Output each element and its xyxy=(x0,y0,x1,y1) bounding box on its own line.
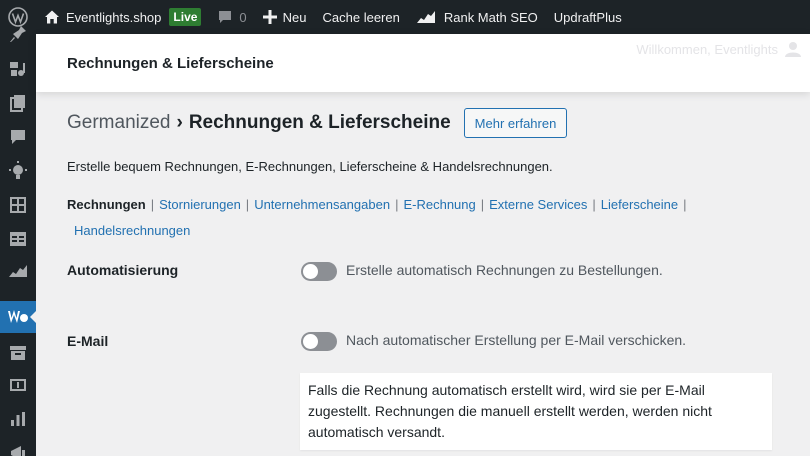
comments-icon[interactable] xyxy=(0,122,36,152)
automation-toggle[interactable] xyxy=(301,262,337,281)
clear-cache-link[interactable]: Cache leeren xyxy=(315,0,408,34)
subnav-item-e-rechnung[interactable]: E-Rechnung xyxy=(403,197,475,212)
learn-more-button[interactable]: Mehr erfahren xyxy=(463,108,568,138)
layout-grid-icon[interactable] xyxy=(0,190,36,220)
page-title: Rechnungen & Lieferscheine xyxy=(188,112,451,133)
forms-icon[interactable] xyxy=(0,224,36,254)
welcome-text[interactable]: Willkommen, Eventlights xyxy=(636,42,778,57)
pin-icon[interactable] xyxy=(0,22,36,46)
email-toggle-text: Nach automatischer Erstellung per E-Mail… xyxy=(346,332,687,348)
page-description: Erstelle bequem Rechnungen, E-Rechnungen… xyxy=(67,159,553,174)
rankmath-label: Rank Math SEO xyxy=(443,9,538,25)
subnav-separator: | xyxy=(683,197,687,212)
automation-toggle-text: Erstelle automatisch Rechnungen zu Beste… xyxy=(346,262,663,278)
comments-link[interactable]: 0 xyxy=(209,0,254,34)
header-title: Rechnungen & Lieferscheine xyxy=(67,55,274,72)
comments-count: 0 xyxy=(239,9,247,25)
updraft-label: UpdraftPlus xyxy=(553,9,622,25)
breadcrumb-parent[interactable]: Germanized xyxy=(67,112,171,134)
subnav-item-handelsrechnungen[interactable]: Handelsrechnungen xyxy=(74,223,190,238)
toggle-knob xyxy=(303,334,318,349)
admin-bar: Eventlights.shop Live 0 Neu Cache leeren… xyxy=(0,0,810,34)
rank-math-link[interactable]: Rank Math SEO xyxy=(408,0,546,34)
email-toggle[interactable] xyxy=(301,332,337,351)
active-menu-indicator xyxy=(30,310,37,324)
user-avatar-icon[interactable] xyxy=(784,40,802,63)
site-name: Eventlights.shop xyxy=(66,9,162,25)
site-name-link[interactable]: Eventlights.shop Live xyxy=(36,0,209,34)
rank-math-icon xyxy=(416,11,435,23)
toggle-knob xyxy=(303,264,318,279)
megaphone-icon[interactable] xyxy=(0,438,36,456)
money-icon[interactable] xyxy=(0,370,36,400)
subnav-item-unternehmensangaben[interactable]: Unternehmensangaben xyxy=(254,197,390,212)
subnav-separator: | xyxy=(245,197,250,212)
email-help-box: Falls die Rechnung automatisch erstellt … xyxy=(300,373,772,450)
admin-sidebar xyxy=(0,26,37,456)
new-label: Neu xyxy=(282,9,307,25)
archive-icon[interactable] xyxy=(0,338,36,368)
lightbulb-icon[interactable] xyxy=(0,156,36,186)
home-icon xyxy=(45,10,59,24)
cache-label: Cache leeren xyxy=(322,9,400,25)
updraftplus-link[interactable]: UpdraftPlus xyxy=(546,0,630,34)
breadcrumb-separator: › xyxy=(176,112,183,133)
pages-icon[interactable] xyxy=(0,88,36,118)
subnav-separator: | xyxy=(480,197,485,212)
woocommerce-icon[interactable] xyxy=(0,301,37,333)
automation-label: Automatisierung xyxy=(67,262,179,278)
media-icon[interactable] xyxy=(0,54,36,84)
new-content-link[interactable]: Neu xyxy=(255,0,315,34)
section-subnav: Rechnungen | Stornierungen | Unternehmensang… xyxy=(67,192,767,244)
subnav-item-externe-services[interactable]: Externe Services xyxy=(489,197,587,212)
live-badge: Live xyxy=(169,8,202,26)
subnav-separator: | xyxy=(150,197,155,212)
subnav-item-stornierungen[interactable]: Stornierungen xyxy=(159,197,241,212)
page-header: Rechnungen & Lieferscheine Willkommen, E… xyxy=(36,34,810,92)
email-label: E-Mail xyxy=(67,333,109,349)
subnav-separator: | xyxy=(395,197,399,212)
rank-math-sidebar-icon[interactable] xyxy=(0,256,36,286)
subnav-item-lieferscheine[interactable]: Lieferscheine xyxy=(601,197,678,212)
page-title-row: Germanized › Rechnungen & Lieferscheine … xyxy=(67,108,568,138)
analytics-icon[interactable] xyxy=(0,404,36,434)
comment-icon xyxy=(219,11,232,23)
subnav-separator: | xyxy=(592,197,596,212)
plus-icon xyxy=(262,10,277,24)
subnav-item-rechnungen[interactable]: Rechnungen xyxy=(67,197,146,212)
